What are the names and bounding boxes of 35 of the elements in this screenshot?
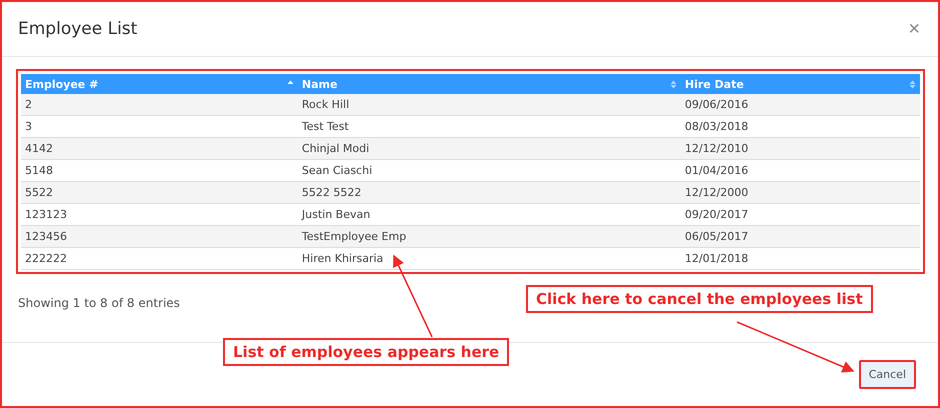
table-cell: 3: [21, 116, 298, 138]
cancel-button[interactable]: Cancel: [858, 360, 916, 389]
table-cell: TestEmployee Emp: [298, 226, 681, 248]
dialog-title: Employee List: [18, 19, 138, 39]
table-cell: 5522 5522: [298, 182, 681, 204]
table-cell: 12/12/2010: [680, 138, 920, 160]
column-header[interactable]: Employee #: [21, 74, 298, 94]
annotation-callout: List of employees appears here: [223, 338, 510, 366]
table-cell: 12/12/2000: [680, 182, 920, 204]
entries-info: Showing 1 to 8 of 8 entries: [18, 296, 180, 310]
table-cell: 08/03/2018: [680, 116, 920, 138]
table-cell: 09/20/2017: [680, 204, 920, 226]
column-header[interactable]: Hire Date: [680, 74, 920, 94]
table-cell: 222222: [21, 248, 298, 270]
sort-icon: [909, 80, 916, 88]
table-cell: 09/06/2016: [680, 94, 920, 116]
table-cell: 12/01/2018: [680, 248, 920, 270]
table-cell: Hiren Khirsaria: [298, 248, 681, 270]
table-cell: Sean Ciaschi: [298, 160, 681, 182]
table-cell: Justin Bevan: [298, 204, 681, 226]
annotation-callout: Click here to cancel the employees list: [526, 285, 873, 313]
table-cell: Rock Hill: [298, 94, 681, 116]
table-cell: Test Test: [298, 116, 681, 138]
table-cell: 123123: [21, 204, 298, 226]
table-cell: 06/05/2017: [680, 226, 920, 248]
table-cell: 4142: [21, 138, 298, 160]
close-button[interactable]: ×: [906, 18, 922, 40]
table-cell: 01/04/2016: [680, 160, 920, 182]
table-cell: 123456: [21, 226, 298, 248]
table-cell: 5148: [21, 160, 298, 182]
sort-icon: [670, 80, 677, 88]
table-cell: 2: [21, 94, 298, 116]
table-cell: Chinjal Modi: [298, 138, 681, 160]
column-header[interactable]: Name: [298, 74, 681, 94]
table-cell: 5522: [21, 182, 298, 204]
